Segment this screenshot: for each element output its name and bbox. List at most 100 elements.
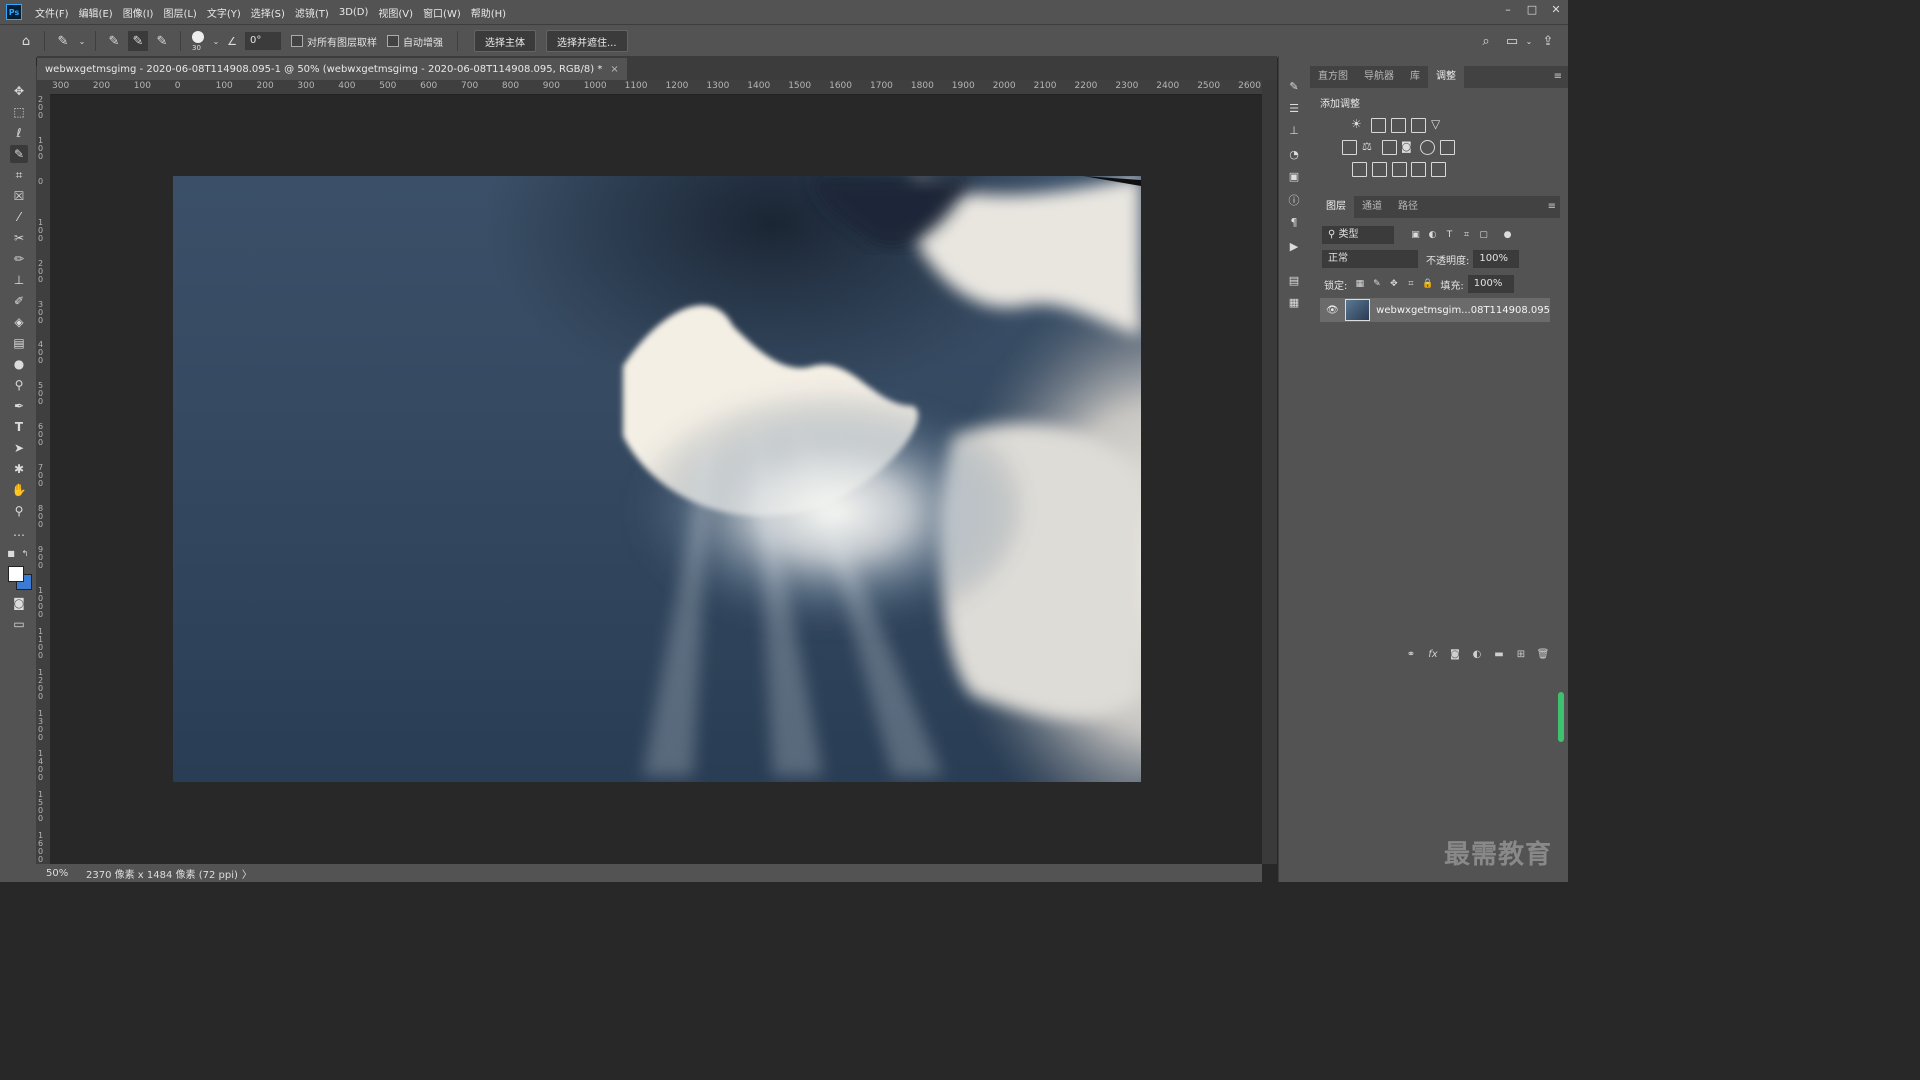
color-lookup-icon[interactable] xyxy=(1440,140,1455,155)
new-selection-icon[interactable]: ✎ xyxy=(104,31,124,51)
chevron-down-icon[interactable]: ⌄ xyxy=(1524,31,1534,51)
menu-file[interactable]: 文件(F) xyxy=(30,5,74,20)
menu-image[interactable]: 图像(I) xyxy=(118,5,159,20)
auto-enhance-checkbox[interactable] xyxy=(387,35,399,47)
status-menu-arrow[interactable]: 〉 xyxy=(242,866,252,881)
quick-mask-icon[interactable]: ◙ xyxy=(10,594,28,612)
visibility-eye-icon[interactable]: 👁 xyxy=(1326,305,1339,316)
tab-histogram[interactable]: 直方图 xyxy=(1310,66,1356,88)
crop-tool-icon[interactable]: ⌗ xyxy=(10,166,28,184)
menu-view[interactable]: 视图(V) xyxy=(373,5,418,20)
character-icon[interactable]: ¶ xyxy=(1286,214,1302,230)
tab-layers[interactable]: 图层 xyxy=(1318,196,1354,218)
healing-brush-tool-icon[interactable]: ✂ xyxy=(10,229,28,247)
clone-source-icon[interactable]: ⊥ xyxy=(1286,122,1302,138)
menu-select[interactable]: 选择(S) xyxy=(246,5,290,20)
marquee-tool-icon[interactable]: ⬚ xyxy=(10,103,28,121)
gradient-map-icon[interactable] xyxy=(1431,162,1446,177)
close-icon[interactable]: × xyxy=(610,64,618,75)
properties-icon[interactable]: ☰ xyxy=(1286,100,1302,116)
default-colors-icon[interactable]: ■ xyxy=(6,548,16,558)
curves-icon[interactable] xyxy=(1391,118,1406,133)
brush-tool-icon[interactable]: ✏ xyxy=(10,250,28,268)
lock-transparent-icon[interactable]: ▦ xyxy=(1354,279,1365,290)
swap-colors-icon[interactable]: ↰ xyxy=(20,548,30,558)
lasso-tool-icon[interactable]: ℓ xyxy=(10,124,28,142)
photo-filter-icon[interactable]: ◙ xyxy=(1401,140,1414,153)
levels-icon[interactable] xyxy=(1371,118,1386,133)
lock-all-icon[interactable]: 🔒 xyxy=(1422,279,1433,290)
quick-selection-tool-icon[interactable]: ✎ xyxy=(10,145,28,163)
link-layers-icon[interactable]: ⚭ xyxy=(1404,649,1418,660)
chevron-down-icon[interactable]: ⌄ xyxy=(77,31,87,51)
minimize-button[interactable]: – xyxy=(1496,0,1520,18)
layer-name[interactable]: webwxgetmsgim...08T114908.095 xyxy=(1376,305,1550,316)
gradient-tool-icon[interactable]: ▤ xyxy=(10,334,28,352)
horizontal-ruler[interactable]: 300 200 100 0 100 200 300 400 500 600 700 800 900 100… xyxy=(50,80,1262,95)
shape-layer-filter-icon[interactable]: ⌗ xyxy=(1461,230,1472,241)
hue-saturation-icon[interactable] xyxy=(1342,140,1357,155)
workspace-icon[interactable]: ▭ xyxy=(1502,31,1522,51)
menu-type[interactable]: 文字(Y) xyxy=(202,5,246,20)
screen-mode-icon[interactable]: ▭ xyxy=(10,615,28,633)
eyedropper-tool-icon[interactable]: ⁄ xyxy=(10,208,28,226)
panel-menu-icon[interactable]: ≡ xyxy=(1554,66,1562,88)
type-layer-filter-icon[interactable]: T xyxy=(1444,230,1455,241)
clone-stamp-tool-icon[interactable]: ⊥ xyxy=(10,271,28,289)
sample-all-layers-checkbox[interactable] xyxy=(291,35,303,47)
hand-tool-icon[interactable]: ✋ xyxy=(10,481,28,499)
tab-adjustments[interactable]: 调整 xyxy=(1428,66,1464,88)
share-icon[interactable]: ⇪ xyxy=(1538,31,1558,51)
pixel-layer-filter-icon[interactable]: ▣ xyxy=(1410,230,1421,241)
document-tab[interactable]: webwxgetmsgimg - 2020-06-08T114908.095-1… xyxy=(37,58,627,80)
color-balance-icon[interactable]: ⚖ xyxy=(1362,140,1375,153)
home-icon[interactable]: ⌂ xyxy=(16,31,36,51)
eraser-tool-icon[interactable]: ◈ xyxy=(10,313,28,331)
toolbar-collapse-strip[interactable] xyxy=(0,56,36,66)
layer-comps-icon[interactable]: ▤ xyxy=(1286,272,1302,288)
quick-selection-preset-icon[interactable]: ✎ xyxy=(53,31,73,51)
blend-mode-select[interactable]: 正常 xyxy=(1322,250,1418,268)
vertical-scrollbar[interactable] xyxy=(1262,80,1277,864)
invert-icon[interactable] xyxy=(1352,162,1367,177)
brightness-contrast-icon[interactable]: ☀ xyxy=(1351,118,1364,131)
adjustment-layer-filter-icon[interactable]: ◐ xyxy=(1427,230,1438,241)
filter-toggle-icon[interactable]: ● xyxy=(1502,230,1513,241)
search-icon[interactable]: ⌕ xyxy=(1476,31,1496,51)
selective-color-icon[interactable] xyxy=(1411,162,1426,177)
lock-position-icon[interactable]: ✥ xyxy=(1388,279,1399,290)
dodge-tool-icon[interactable]: ⚲ xyxy=(10,376,28,394)
lock-artboard-icon[interactable]: ⌗ xyxy=(1405,279,1416,290)
select-and-mask-button[interactable]: 选择并遮住... xyxy=(546,30,628,52)
path-selection-tool-icon[interactable]: ➤ xyxy=(10,439,28,457)
opacity-input[interactable]: 100% xyxy=(1473,250,1520,268)
black-white-icon[interactable] xyxy=(1382,140,1397,155)
zoom-level[interactable]: 50% xyxy=(36,868,82,879)
tab-navigator[interactable]: 导航器 xyxy=(1356,66,1402,88)
menu-window[interactable]: 窗口(W) xyxy=(418,5,466,20)
more-tools-icon[interactable]: ⋯ xyxy=(10,526,28,544)
threshold-icon[interactable] xyxy=(1392,162,1407,177)
close-button[interactable]: ✕ xyxy=(1544,0,1568,18)
document-image[interactable] xyxy=(173,176,1141,782)
move-tool-icon[interactable]: ✥ xyxy=(10,82,28,100)
menu-filter[interactable]: 滤镜(T) xyxy=(290,5,334,20)
exposure-icon[interactable] xyxy=(1411,118,1426,133)
menu-layer[interactable]: 图层(L) xyxy=(158,5,201,20)
vertical-ruler[interactable]: 200 100 0 100 200 300 400 500 600 700 800 900 1000 11… xyxy=(36,94,51,864)
info-icon[interactable]: ⓘ xyxy=(1286,192,1302,208)
menu-3d[interactable]: 3D(D) xyxy=(334,7,374,18)
frame-tool-icon[interactable]: ☒ xyxy=(10,187,28,205)
layer-row[interactable]: 👁 webwxgetmsgim...08T114908.095 xyxy=(1320,298,1550,322)
panel-menu-icon[interactable]: ≡ xyxy=(1548,196,1556,218)
foreground-color-swatch[interactable] xyxy=(8,566,24,582)
vibrance-icon[interactable]: ▽ xyxy=(1431,118,1444,131)
pen-tool-icon[interactable]: ✒ xyxy=(10,397,28,415)
brush-settings-icon[interactable]: ✎ xyxy=(1286,78,1302,94)
brush-size-picker[interactable]: 30 xyxy=(187,29,209,53)
history-brush-tool-icon[interactable]: ✐ xyxy=(10,292,28,310)
angle-input[interactable]: 0° xyxy=(245,32,281,50)
chevron-down-icon[interactable]: ⌄ xyxy=(211,31,221,51)
fill-input[interactable]: 100% xyxy=(1467,275,1514,293)
tab-libraries[interactable]: 库 xyxy=(1402,66,1428,88)
